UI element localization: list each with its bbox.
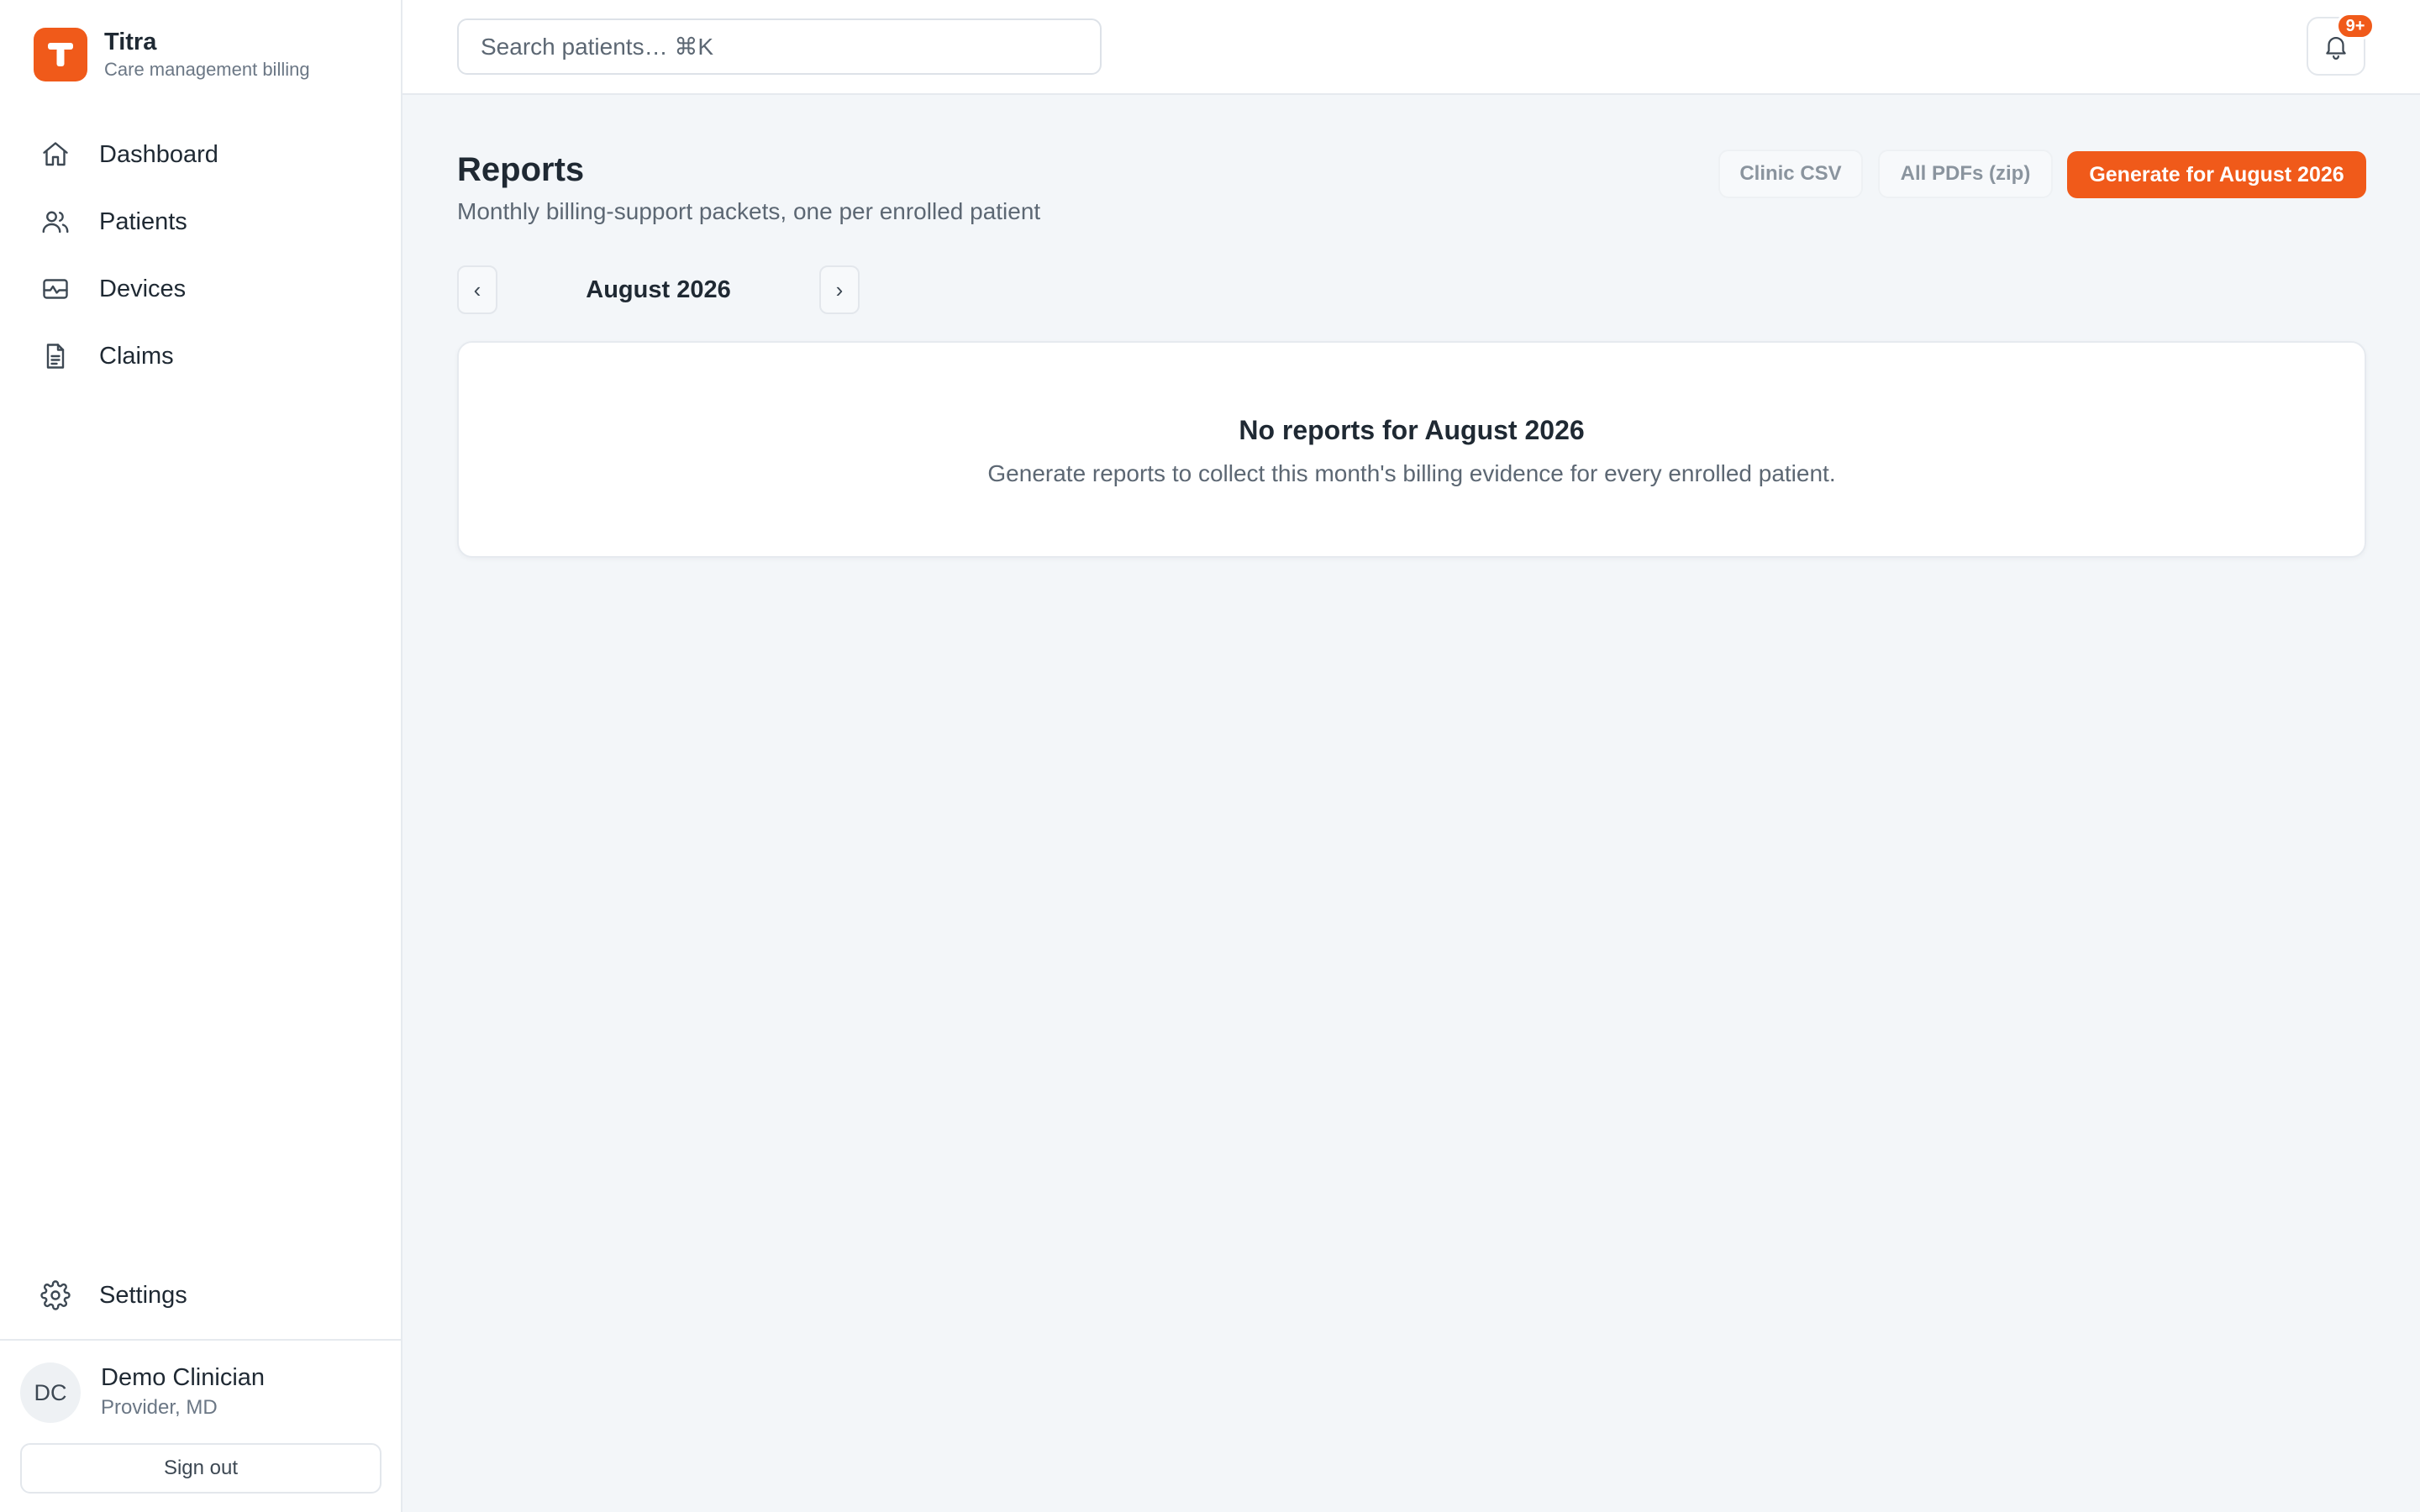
document-icon [46,344,65,369]
next-month-button[interactable]: › [819,265,860,314]
sidebar-item-label: Devices [99,275,187,302]
sidebar-item-label: Settings [99,1281,187,1309]
brand-subtitle: Care management billing [104,59,310,80]
brand-name: Titra [104,29,157,55]
sidebar-settings-section: Settings [20,1262,382,1329]
sidebar-item-label: Patients [99,207,187,235]
page-subtitle: Monthly billing-support packets, one per… [457,198,1041,224]
previous-month-button[interactable]: ‹ [457,265,497,314]
users-icon [42,211,69,234]
user-name: Demo Clinician [101,1364,266,1391]
sidebar-item-label: Claims [99,342,174,370]
sidebar-item-label: Dashboard [99,140,218,168]
empty-state-card: No reports for August 2026 Generate repo… [457,341,2366,558]
topbar: Search patients… ⌘K 9+ [402,0,2420,95]
empty-state-title: No reports for August 2026 [1239,415,1585,445]
sign-out-button[interactable]: Sign out [20,1443,381,1494]
sidebar-item-claims[interactable]: Claims [20,323,382,390]
all-pdfs-button[interactable]: All PDFs (zip) [1878,150,2053,198]
app-root: Titra Care management billing Dashboard … [0,0,2420,1512]
avatar: DC [20,1362,81,1423]
generate-reports-button[interactable]: Generate for August 2026 [2067,151,2366,198]
sidebar-item-devices[interactable]: Devices [20,255,382,323]
sidebar-item-dashboard[interactable]: Dashboard [20,121,382,188]
user-role: Provider, MD [101,1396,218,1419]
gear-icon [40,1280,71,1310]
clinic-csv-button[interactable]: Clinic CSV [1718,150,1863,198]
search-input[interactable]: Search patients… ⌘K [457,18,1102,75]
device-icon [43,279,68,299]
home-icon [43,142,68,166]
sidebar-item-patients[interactable]: Patients [20,188,382,255]
brand-logo-icon [34,28,87,81]
page-title: Reports [457,151,585,188]
empty-state-description: Generate reports to collect this month's… [987,460,1836,486]
sidebar-item-settings[interactable]: Settings [20,1262,382,1329]
sidebar: Titra Care management billing Dashboard … [0,0,402,1512]
notification-badge: 9+ [2336,13,2375,39]
user-profile: DC Demo Clinician Provider, MD Sign out [0,1339,401,1512]
month-label: August 2026 [586,276,731,303]
sidebar-nav: Dashboard Patients Devices Claims [20,121,382,390]
brand[interactable]: Titra Care management billing [34,27,310,82]
